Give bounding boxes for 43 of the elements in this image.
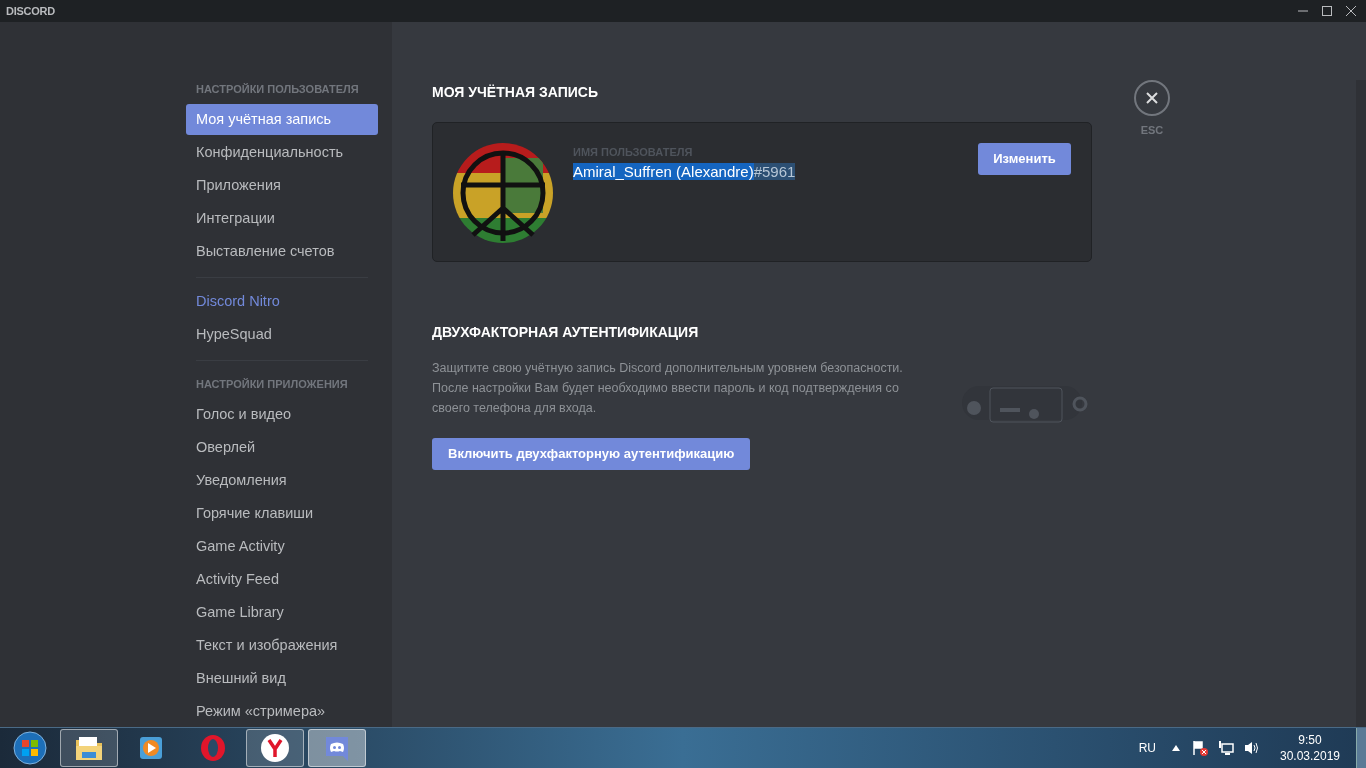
folder-icon (74, 734, 104, 762)
opera-logo-icon (199, 734, 227, 762)
scrollbar[interactable] (1356, 80, 1366, 727)
sidebar-item[interactable]: Горячие клавиши (186, 498, 378, 529)
section-header: НАСТРОЙКИ ПОЛЬЗОВАТЕЛЯ (195, 81, 360, 97)
flag-error-icon[interactable] (1192, 740, 1208, 756)
yandex-browser-icon (260, 733, 290, 763)
taskbar-app-button[interactable] (246, 729, 304, 767)
sidebar-item[interactable]: Оверлей (186, 432, 378, 463)
sidebar-item[interactable]: Уведомления (186, 465, 378, 496)
sidebar-item[interactable]: Режим «стримера» (186, 696, 378, 727)
sidebar-item[interactable]: Discord Nitro (186, 286, 378, 317)
close-button[interactable] (1134, 80, 1170, 116)
sidebar-item[interactable]: Конфиденциальность (186, 137, 378, 168)
sidebar-item[interactable]: Activity Feed (186, 564, 378, 595)
close-icon (1146, 92, 1158, 104)
description-text: Защитите свою учётную запись Discord дополнительным уровнем безопасности. После настройки Вам будет необходимо ввести пароль и код подтверждения со своего телефона для входа. (432, 360, 904, 417)
section-title: МОЯ УЧЁТНАЯ ЗАПИСЬ (432, 82, 599, 102)
date-text: 30.03.2019 (1279, 748, 1341, 764)
section-header: НАСТРОЙКИ ПРИЛОЖЕНИЯ (195, 376, 349, 392)
network-icon[interactable] (1218, 740, 1234, 756)
windows-logo-icon (13, 731, 47, 765)
sidebar-item[interactable]: HypeSquad (186, 319, 378, 350)
taskbar-app-button[interactable] (60, 729, 118, 767)
sidebar-item[interactable]: Выставление счетов (186, 236, 378, 267)
show-hidden-icons-icon[interactable] (1172, 745, 1180, 751)
sidebar-item[interactable]: Интеграции (186, 203, 378, 234)
time-text: 9:50 (1298, 732, 1322, 748)
media-player-icon (137, 734, 165, 762)
sidebar-item[interactable]: Game Activity (186, 531, 378, 562)
esc-label: ESC (1140, 123, 1164, 138)
clock[interactable]: 9:50 30.03.2019 (1274, 732, 1346, 764)
volume-icon[interactable] (1244, 740, 1260, 756)
sidebar-item[interactable]: Голос и видео (186, 399, 378, 430)
close-icon[interactable] (1346, 6, 1356, 16)
section-title: ДВУХФАКТОРНАЯ АУТЕНТИФИКАЦИЯ (432, 322, 700, 342)
language-indicator[interactable]: RU (1138, 739, 1156, 757)
window-title: DISCORD (6, 3, 55, 19)
sidebar-item[interactable]: Внешний вид (186, 663, 378, 694)
sidebar-item[interactable]: Приложения (186, 170, 378, 201)
maximize-icon[interactable] (1322, 6, 1332, 16)
sidebar-item[interactable]: Game Library (186, 597, 378, 628)
sidebar-item[interactable]: Текст и изображения (186, 630, 378, 661)
